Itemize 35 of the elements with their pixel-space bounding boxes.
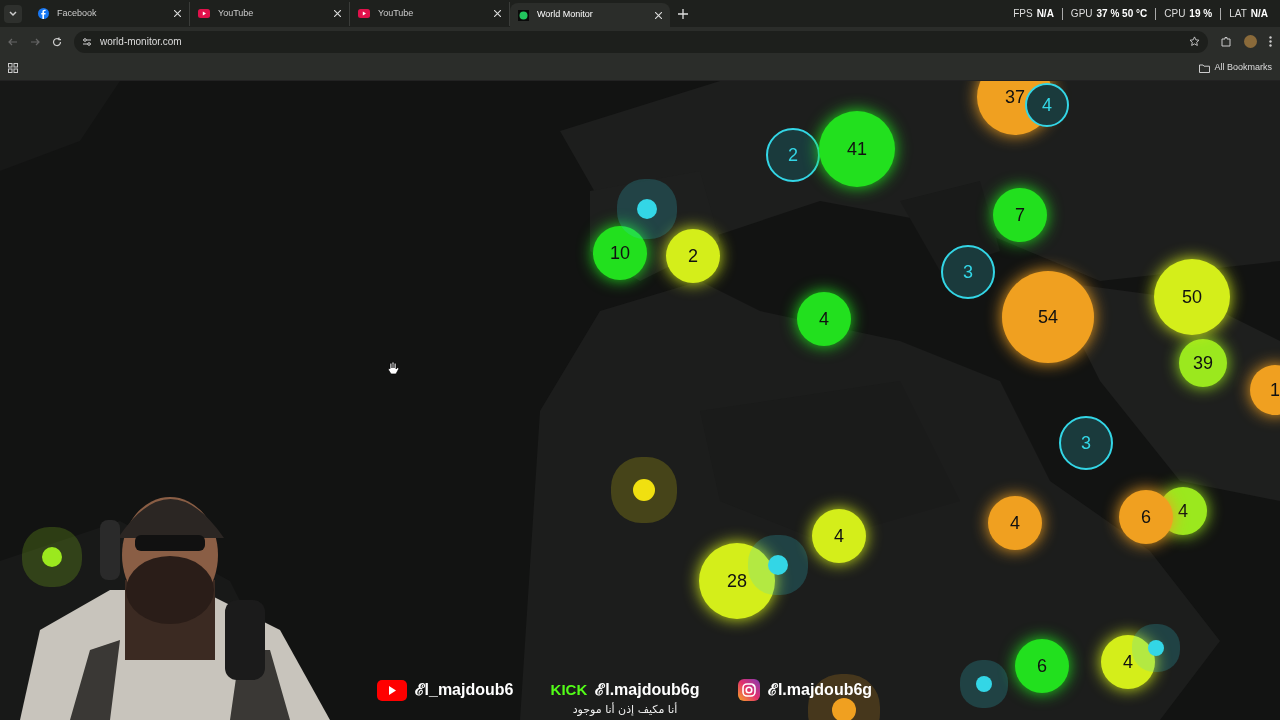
facebook-logo-icon <box>38 8 49 19</box>
star-icon[interactable] <box>1189 36 1200 47</box>
close-icon[interactable] <box>494 10 501 17</box>
browser-tab[interactable]: World Monitor <box>510 3 670 27</box>
reload-icon[interactable] <box>52 36 62 47</box>
extensions-icon[interactable] <box>1220 35 1232 48</box>
youtube-logo-icon <box>358 9 370 18</box>
youtube-logo-icon <box>198 9 210 18</box>
forward-icon[interactable] <box>30 36 40 47</box>
perf-label: FPS <box>1013 7 1033 21</box>
apps-grid-icon[interactable] <box>8 63 18 73</box>
close-icon[interactable] <box>655 11 662 19</box>
url-text: world-monitor.com <box>100 35 182 49</box>
perf-value: N/A <box>1036 7 1054 21</box>
folder-icon <box>1199 63 1211 73</box>
menu-icon[interactable] <box>1269 36 1272 47</box>
close-icon[interactable] <box>334 10 341 17</box>
perf-label: GPU <box>1070 7 1093 21</box>
perf-label: LAT <box>1229 7 1247 21</box>
plus-icon <box>678 8 688 19</box>
browser-tab[interactable]: YouTube <box>350 1 510 26</box>
back-icon[interactable] <box>8 36 18 47</box>
all-bookmarks-link[interactable]: All Bookmarks <box>1214 61 1272 75</box>
browser-tab[interactable]: Facebook <box>30 1 190 26</box>
chevron-down-icon <box>9 10 17 17</box>
perf-value: 19 % <box>1189 7 1213 21</box>
close-icon[interactable] <box>174 10 181 17</box>
profile-avatar[interactable] <box>1244 35 1257 48</box>
address-bar[interactable]: world-monitor.com <box>74 30 1208 53</box>
perf-label: CPU <box>1164 7 1186 21</box>
browser-tab[interactable]: YouTube <box>190 1 350 26</box>
perf-value: 37 % 50 °C <box>1096 7 1148 21</box>
site-settings-icon[interactable] <box>82 36 92 47</box>
tab-search-button[interactable] <box>4 4 22 23</box>
perf-value: N/A <box>1250 7 1268 21</box>
